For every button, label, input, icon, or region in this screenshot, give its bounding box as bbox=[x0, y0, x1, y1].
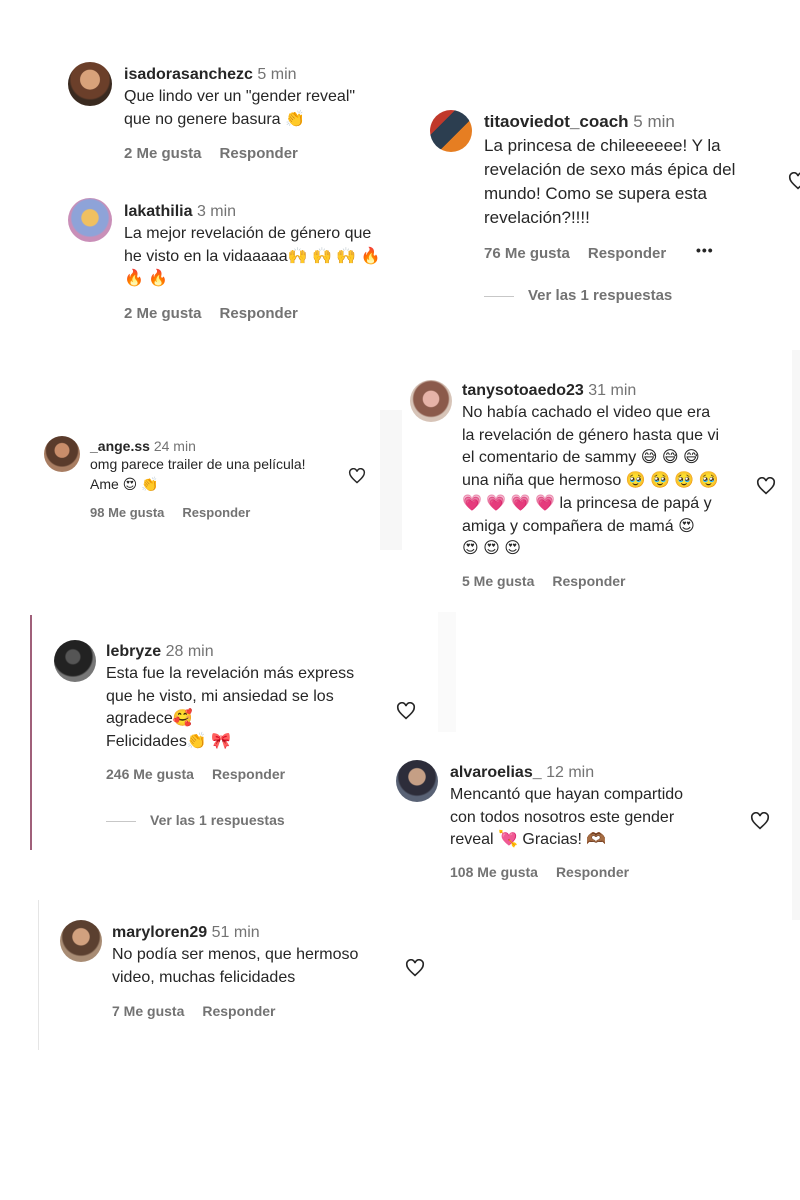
reply-button[interactable]: Responder bbox=[202, 1003, 275, 1019]
comment-time: 3 min bbox=[196, 203, 237, 220]
comment-lakathilia: lakathilia 3 min La mejor revelación de … bbox=[124, 203, 424, 322]
comment-text: Mencantó que hayan compartido con todos … bbox=[450, 786, 684, 849]
panel-edge bbox=[792, 350, 800, 920]
comment-username[interactable]: isadorasanchezc bbox=[124, 66, 253, 83]
comment-time: 28 min bbox=[165, 643, 214, 660]
comment-actions: 2 Me gusta Responder bbox=[124, 145, 424, 162]
reply-button[interactable]: Responder bbox=[212, 766, 285, 782]
reply-button[interactable]: Responder bbox=[556, 864, 629, 880]
comment-actions: 5 Me gusta Responder bbox=[462, 573, 762, 589]
view-replies-link[interactable]: Ver las 1 respuestas bbox=[106, 812, 285, 828]
likes-count[interactable]: 108 Me gusta bbox=[450, 864, 538, 880]
likes-count[interactable]: 76 Me gusta bbox=[484, 245, 570, 262]
heart-icon[interactable] bbox=[405, 959, 425, 977]
comment-username[interactable]: titaoviedot_coach bbox=[484, 112, 629, 131]
panel-edge bbox=[380, 410, 402, 550]
likes-count[interactable]: 98 Me gusta bbox=[90, 505, 164, 520]
comment-text: Esta fue la revelación más express que h… bbox=[106, 665, 355, 751]
heart-icon[interactable] bbox=[348, 468, 366, 484]
comment-text: No podía ser menos, que hermoso video, m… bbox=[112, 946, 359, 986]
comment-alvaroelias: alvaroelias_ 12 min Mencantó que hayan c… bbox=[450, 764, 750, 880]
comment-text: Que lindo ver un "gender reveal" que no … bbox=[124, 88, 356, 128]
comment-text: La princesa de chileeeeee! Y la revelaci… bbox=[484, 136, 736, 228]
comment-time: 51 min bbox=[211, 924, 260, 941]
comment-time: 5 min bbox=[633, 112, 675, 131]
comment-username[interactable]: tanysotoaedo23 bbox=[462, 382, 584, 399]
avatar[interactable] bbox=[44, 436, 80, 472]
comment-ange-ss: _ange.ss 24 min omg parece trailer de un… bbox=[90, 438, 360, 520]
reply-button[interactable]: Responder bbox=[588, 245, 666, 262]
comment-actions: 246 Me gusta Responder bbox=[106, 766, 406, 782]
likes-count[interactable]: 7 Me gusta bbox=[112, 1003, 184, 1019]
likes-count[interactable]: 2 Me gusta bbox=[124, 145, 202, 162]
panel-edge bbox=[438, 612, 456, 732]
avatar[interactable] bbox=[430, 110, 472, 152]
reply-button[interactable]: Responder bbox=[220, 145, 298, 162]
likes-count[interactable]: 2 Me gusta bbox=[124, 305, 202, 322]
avatar[interactable] bbox=[54, 640, 96, 682]
comment-time: 12 min bbox=[546, 764, 595, 781]
comment-username[interactable]: _ange.ss bbox=[90, 438, 150, 454]
comment-time: 5 min bbox=[257, 66, 297, 83]
comment-actions: 98 Me gusta Responder bbox=[90, 505, 360, 520]
likes-count[interactable]: 5 Me gusta bbox=[462, 573, 534, 589]
panel-border bbox=[38, 900, 39, 1050]
comment-actions: 2 Me gusta Responder bbox=[124, 305, 424, 322]
view-replies-link[interactable]: Ver las 1 respuestas bbox=[484, 287, 672, 304]
heart-icon[interactable] bbox=[788, 172, 800, 190]
likes-count[interactable]: 246 Me gusta bbox=[106, 766, 194, 782]
reply-button[interactable]: Responder bbox=[182, 505, 250, 520]
reply-button[interactable]: Responder bbox=[220, 305, 298, 322]
comment-text: No había cachado el video que era la rev… bbox=[462, 404, 720, 558]
panel-border bbox=[30, 615, 32, 850]
avatar[interactable] bbox=[396, 760, 438, 802]
replies-divider bbox=[106, 820, 136, 822]
comment-titaoviedot-coach: titaoviedot_coach 5 min La princesa de c… bbox=[484, 112, 784, 262]
comment-tanysotoaedo23: tanysotoaedo23 31 min No había cachado e… bbox=[462, 382, 762, 589]
avatar[interactable] bbox=[410, 380, 452, 422]
comment-actions: 76 Me gusta Responder bbox=[484, 245, 784, 262]
comment-isadorasanchezc: isadorasanchezc 5 min Que lindo ver un "… bbox=[124, 66, 424, 162]
comment-maryloren29: maryloren29 51 min No podía ser menos, q… bbox=[112, 924, 412, 1019]
avatar[interactable] bbox=[68, 198, 112, 242]
heart-icon[interactable] bbox=[756, 477, 776, 495]
comment-text: La mejor revelación de género que he vis… bbox=[124, 225, 381, 288]
comment-time: 31 min bbox=[588, 382, 637, 399]
comment-username[interactable]: lebryze bbox=[106, 643, 161, 660]
reply-button[interactable]: Responder bbox=[552, 573, 625, 589]
comment-username[interactable]: alvaroelias_ bbox=[450, 764, 542, 781]
comment-username[interactable]: maryloren29 bbox=[112, 924, 207, 941]
comment-actions: 7 Me gusta Responder bbox=[112, 1003, 412, 1019]
comment-text: omg parece trailer de una película! Ame … bbox=[90, 456, 306, 492]
comment-time: 24 min bbox=[153, 438, 196, 454]
avatar[interactable] bbox=[68, 62, 112, 106]
comment-username[interactable]: lakathilia bbox=[124, 203, 192, 220]
comment-actions: 108 Me gusta Responder bbox=[450, 864, 750, 880]
comment-lebryze: lebryze 28 min Esta fue la revelación má… bbox=[106, 643, 406, 782]
heart-icon[interactable] bbox=[396, 702, 416, 720]
replies-divider bbox=[484, 295, 514, 297]
heart-icon[interactable] bbox=[750, 812, 770, 830]
more-options-icon[interactable]: ••• bbox=[696, 242, 714, 258]
avatar[interactable] bbox=[60, 920, 102, 962]
